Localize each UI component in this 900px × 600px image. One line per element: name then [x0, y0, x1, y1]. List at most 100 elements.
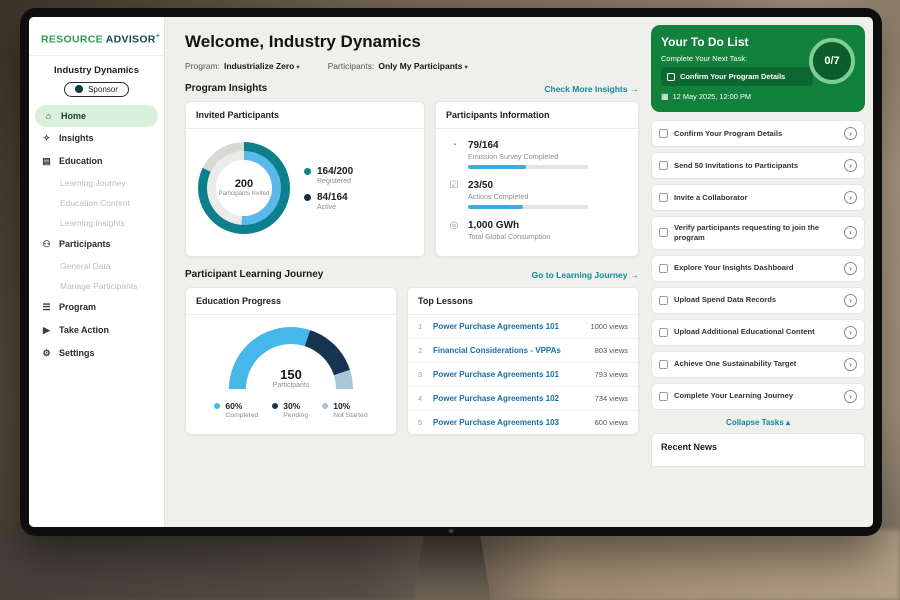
check-more-insights-link[interactable]: Check More Insights→ [544, 84, 639, 94]
sidebar-item-label: Manage Participants [60, 281, 138, 291]
sidebar-item-education-content[interactable]: Education Content [29, 193, 164, 213]
checkbox-icon[interactable] [659, 129, 668, 138]
legend-label: Registered [317, 178, 353, 185]
lesson-views: 600 views [595, 418, 628, 427]
legend-label: Pending [283, 412, 308, 419]
sidebar-item-manage-participants[interactable]: Manage Participants [29, 276, 164, 296]
sidebar-item-education[interactable]: ▤ Education [29, 150, 164, 173]
logo-advisor: ADVISOR [106, 34, 156, 46]
chevron-right-icon[interactable]: › [844, 159, 857, 172]
sponsor-icon [75, 85, 83, 93]
settings-icon: ⚙ [41, 348, 52, 359]
lesson-title-link[interactable]: Power Purchase Agreements 102 [433, 394, 587, 403]
chevron-right-icon[interactable]: › [844, 390, 857, 403]
sidebar-item-general-data[interactable]: General Data [29, 256, 164, 276]
task-row-complete-learning-journey[interactable]: Complete Your Learning Journey › [651, 383, 865, 410]
checkbox-icon[interactable] [659, 228, 668, 237]
pending-dot-icon [272, 403, 278, 409]
lesson-row[interactable]: 1 Power Purchase Agreements 101 1000 vie… [408, 315, 638, 339]
task-row-verify-participants[interactable]: Verify participants requesting to join t… [651, 216, 865, 250]
consumption-icon: ◎ [448, 220, 460, 241]
next-task-button[interactable]: Confirm Your Program Details [661, 67, 813, 86]
progress-bar-fill [468, 205, 523, 209]
participants-filter-dropdown[interactable]: Only My Participants [378, 61, 462, 71]
collapse-tasks-link[interactable]: Collapse Tasks ▴ [651, 418, 865, 427]
program-icon: ☰ [41, 302, 52, 313]
task-label: Upload Spend Data Records [674, 295, 838, 305]
due-date: ▦ 12 May 2025, 12:00 PM [661, 92, 855, 101]
lesson-title-link[interactable]: Power Purchase Agreements 103 [433, 418, 587, 427]
legend-label: Not Started [333, 412, 367, 419]
section-title: Program Insights [185, 83, 267, 94]
task-row-explore-insights[interactable]: Explore Your Insights Dashboard › [651, 255, 865, 282]
lesson-row[interactable]: 5 Power Purchase Agreements 103 600 view… [408, 411, 638, 434]
checkbox-icon[interactable] [659, 264, 668, 273]
checkbox-icon[interactable] [659, 328, 668, 337]
progress-bar [468, 165, 588, 169]
checkbox-icon[interactable] [659, 392, 668, 401]
legend-item-active: 84/164 Active [304, 192, 353, 211]
invited-participants-card: Invited Participants 200 Participants In… [185, 101, 425, 257]
sidebar-item-participants[interactable]: ⚇Participants [29, 233, 164, 256]
lesson-row[interactable]: 4 Power Purchase Agreements 102 734 view… [408, 387, 638, 411]
task-row-confirm-program[interactable]: Confirm Your Program Details › [651, 120, 865, 147]
sidebar-item-insights[interactable]: ✧ Insights [29, 127, 164, 150]
sidebar-item-take-action[interactable]: ▶Take Action [29, 319, 164, 342]
checkbox-icon[interactable] [659, 296, 668, 305]
sidebar-item-learning-journey[interactable]: Learning Journey [29, 173, 164, 193]
education-card-body: 150 Participants 60% Completed [186, 315, 396, 427]
lesson-rank: 1 [418, 322, 425, 331]
chevron-right-icon[interactable]: › [844, 127, 857, 140]
chevron-right-icon[interactable]: › [844, 294, 857, 307]
task-row-upload-spend-data[interactable]: Upload Spend Data Records › [651, 287, 865, 314]
task-row-achieve-target[interactable]: Achieve One Sustainability Target › [651, 351, 865, 378]
checkbox-icon[interactable] [659, 360, 668, 369]
learning-cards-row: Education Progress 150 Participants [185, 287, 639, 435]
sidebar-item-settings[interactable]: ⚙Settings [29, 342, 164, 365]
sidebar-item-label: Education Content [60, 198, 130, 208]
sidebar-item-label: Insights [59, 133, 94, 143]
task-row-send-invitations[interactable]: Send 50 Invitations to Participants › [651, 152, 865, 179]
lesson-row[interactable]: 3 Power Purchase Agreements 101 793 view… [408, 363, 638, 387]
sponsor-badge[interactable]: Sponsor [64, 82, 129, 97]
sidebar-item-home[interactable]: ⌂Home [35, 105, 158, 127]
sidebar-item-program[interactable]: ☰Program [29, 296, 164, 319]
education-icon: ▤ [41, 156, 52, 167]
go-to-learning-journey-link[interactable]: Go to Learning Journey→ [532, 270, 639, 280]
chevron-right-icon[interactable]: › [844, 191, 857, 204]
legend-value: 84/164 [317, 192, 348, 203]
task-row-upload-educational-content[interactable]: Upload Additional Educational Content › [651, 319, 865, 346]
checklist-icon: ☑ [448, 180, 460, 209]
task-label: Verify participants requesting to join t… [674, 223, 838, 243]
lesson-title-link[interactable]: Power Purchase Agreements 101 [433, 370, 587, 379]
program-filter-dropdown[interactable]: Industrialize Zero [224, 61, 294, 71]
sidebar-item-label: Education [59, 156, 103, 166]
scene: RESOURCE ADVISOR+ Industry Dynamics Spon… [0, 0, 900, 600]
checkbox-icon[interactable] [667, 73, 675, 81]
card-title: Top Lessons [408, 288, 638, 315]
sidebar: RESOURCE ADVISOR+ Industry Dynamics Spon… [29, 17, 165, 527]
completed-dot-icon [214, 403, 220, 409]
lesson-title-link[interactable]: Power Purchase Agreements 101 [433, 322, 582, 331]
sidebar-item-learning-insights[interactable]: Learning Insights [29, 213, 164, 233]
chevron-right-icon[interactable]: › [844, 226, 857, 239]
task-row-invite-collaborator[interactable]: Invite a Collaborator › [651, 184, 865, 211]
chevron-right-icon[interactable]: › [844, 358, 857, 371]
app-logo: RESOURCE ADVISOR+ [29, 27, 164, 56]
logo-resource: RESOURCE [41, 34, 103, 46]
donut-legend: 164/200 Registered 84/164 Active [304, 159, 353, 218]
stat-value: 79/164 [468, 140, 588, 151]
lesson-title-link[interactable]: Financial Considerations - VPPAs [433, 346, 587, 355]
sidebar-item-label: Participants [59, 239, 111, 249]
task-label: Achieve One Sustainability Target [674, 359, 838, 369]
insights-icon: ✧ [41, 133, 52, 144]
sidebar-item-label: General Data [60, 261, 111, 271]
lesson-row[interactable]: 2 Financial Considerations - VPPAs 803 v… [408, 339, 638, 363]
chevron-right-icon[interactable]: › [844, 326, 857, 339]
checkbox-icon[interactable] [659, 193, 668, 202]
meter-icon: ◔ [448, 140, 460, 169]
lesson-views: 1000 views [590, 322, 628, 331]
chevron-right-icon[interactable]: › [844, 262, 857, 275]
due-date-text: 12 May 2025, 12:00 PM [673, 92, 751, 101]
checkbox-icon[interactable] [659, 161, 668, 170]
